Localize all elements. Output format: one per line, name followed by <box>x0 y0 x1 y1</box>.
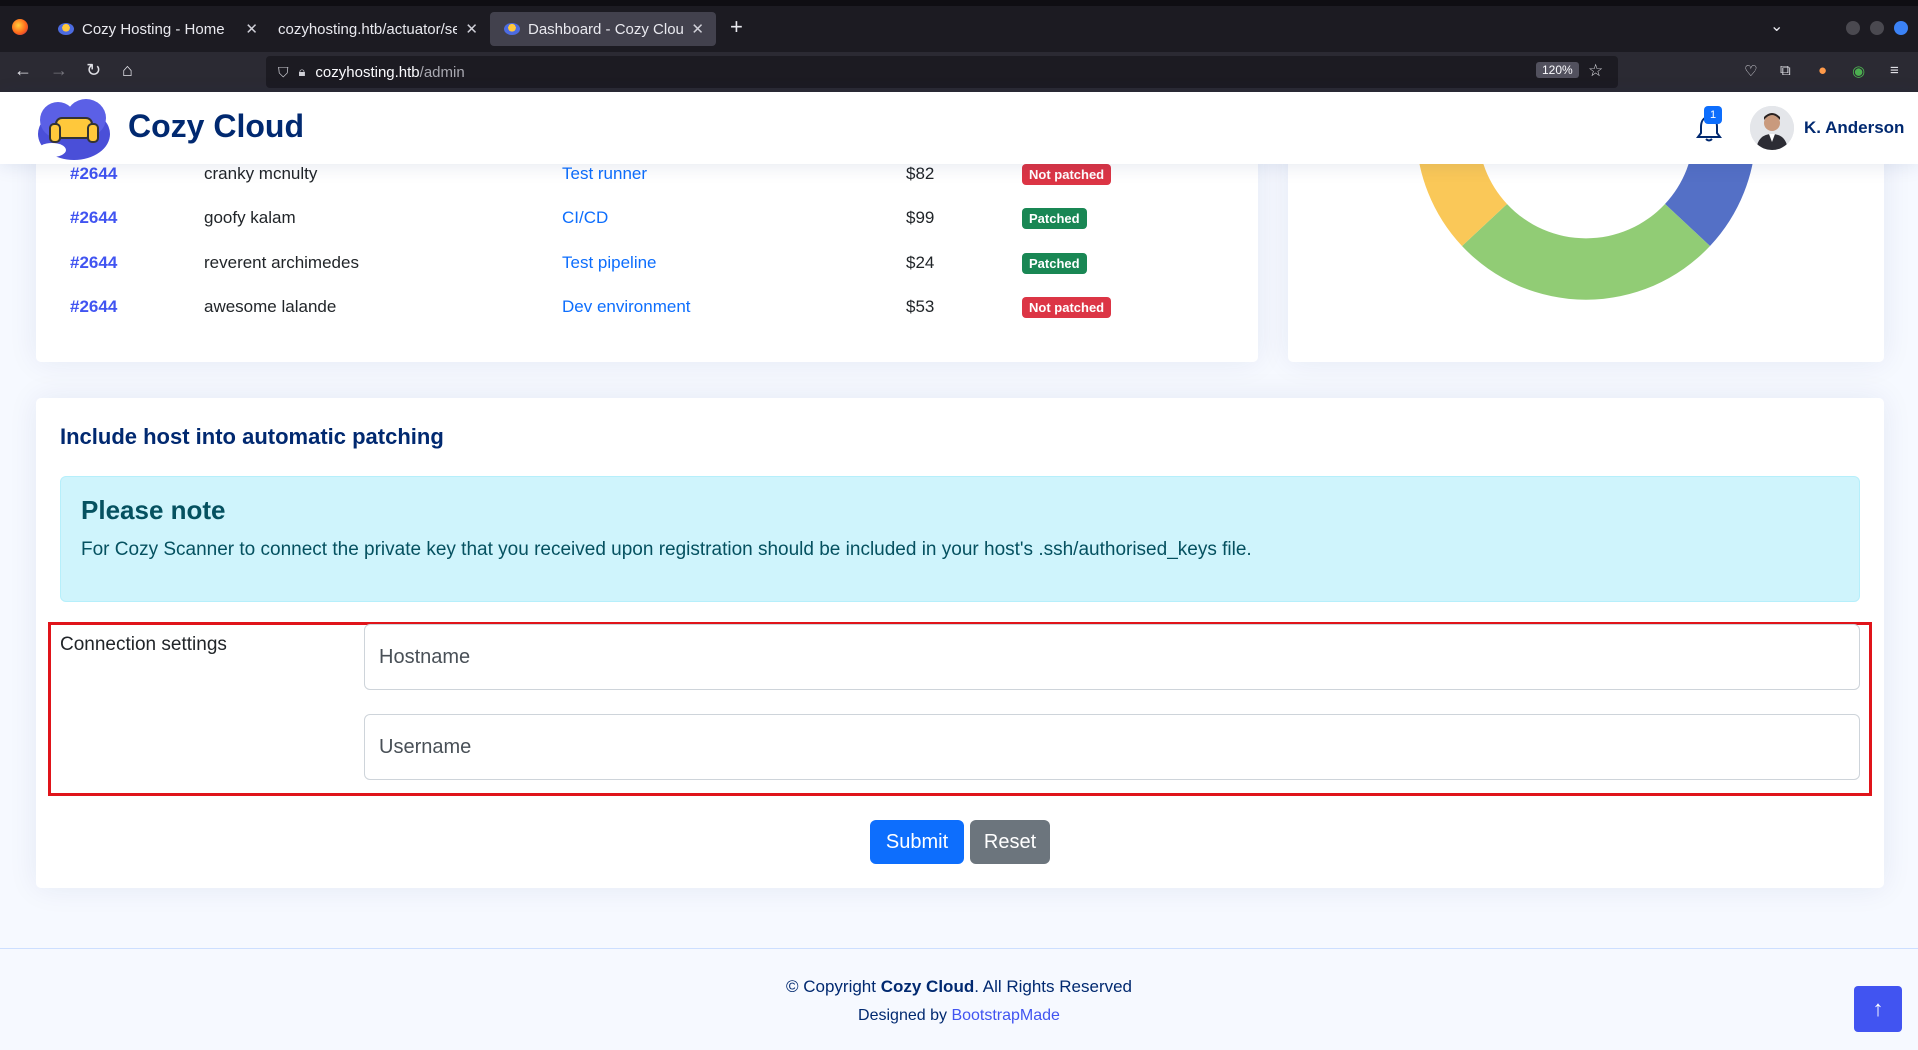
order-id-link[interactable]: #2644 <box>70 297 117 317</box>
company-name: Cozy Cloud <box>880 977 975 996</box>
chevron-down-icon[interactable]: ⌄ <box>1770 16 1783 36</box>
product-link[interactable]: Test pipeline <box>562 253 657 273</box>
product-link[interactable]: CI/CD <box>562 208 608 228</box>
cozy-favicon-icon <box>58 23 74 35</box>
price: $24 <box>906 253 935 272</box>
shield-icon[interactable]: ⛉ <box>278 64 289 81</box>
forward-arrow-icon[interactable]: → <box>50 60 68 81</box>
site-header: Cozy Cloud 1 K. Anderson <box>0 92 1918 164</box>
chart-card <box>1288 140 1884 362</box>
credits: Designed by BootstrapMade <box>0 1007 1918 1025</box>
tab-title: Dashboard - Cozy Cloud <box>528 20 684 38</box>
status-badge: Not patched <box>1022 297 1112 318</box>
close-window-icon[interactable] <box>1894 21 1908 35</box>
tab-dashboard[interactable]: Dashboard - Cozy Cloud ✕ <box>490 12 716 46</box>
copyright: © Copyright Cozy Cloud. All Rights Reser… <box>0 977 1918 997</box>
status-badge: Patched <box>1022 253 1087 274</box>
customer-name: cranky mcnulty <box>204 164 318 183</box>
footer: © Copyright Cozy Cloud. All Rights Reser… <box>0 948 1918 1050</box>
cozy-favicon-icon <box>504 23 520 35</box>
url-text[interactable]: cozyhosting.htb/admin <box>315 64 464 81</box>
url-host: cozyhosting.htb <box>315 63 420 81</box>
user-name[interactable]: K. Anderson <box>1804 118 1904 138</box>
designer-link[interactable]: BootstrapMade <box>951 1007 1060 1024</box>
lock-icon[interactable]: 🔒︎ <box>299 64 306 80</box>
product-link[interactable]: Dev environment <box>562 297 691 317</box>
reload-icon[interactable]: ↻ <box>86 60 101 81</box>
order-id-link[interactable]: #2644 <box>70 164 117 184</box>
home-icon[interactable]: ⌂ <box>122 60 133 81</box>
back-arrow-icon[interactable]: ← <box>14 60 32 81</box>
address-bar[interactable]: ⛉ 🔒︎ cozyhosting.htb/admin 120% ☆ <box>266 56 1618 88</box>
arrow-up-icon[interactable]: ↑ <box>1854 986 1902 1032</box>
tab-actuator[interactable]: cozyhosting.htb/actuator/se ✕ <box>264 12 490 46</box>
recent-orders-card: #2644 cranky mcnulty Test runner $82 Not… <box>36 140 1258 362</box>
table-row: #2644 awesome lalande Dev environment $5… <box>36 287 1258 331</box>
profile-photo <box>1750 106 1794 150</box>
foxyproxy-icon[interactable]: ● <box>1818 62 1827 79</box>
hostname-input[interactable] <box>364 624 1860 690</box>
copyright-prefix: © Copyright <box>785 977 881 996</box>
tab-title: Cozy Hosting - Home <box>82 20 225 38</box>
close-icon[interactable]: ✕ <box>691 20 704 38</box>
info-alert: Please note For Cozy Scanner to connect … <box>60 476 1860 602</box>
alert-heading: Please note <box>81 495 226 525</box>
bookmark-star-icon[interactable]: ☆ <box>1588 61 1603 81</box>
menu-icon[interactable]: ≡ <box>1890 62 1899 79</box>
close-icon[interactable]: ✕ <box>465 20 478 38</box>
tab-bar-top-strip <box>0 0 1918 6</box>
connection-settings-label: Connection settings <box>60 634 227 655</box>
notification-badge: 1 <box>1704 106 1722 124</box>
order-id-link[interactable]: #2644 <box>70 253 117 273</box>
customer-name: awesome lalande <box>204 297 337 316</box>
logo-text[interactable]: Cozy Cloud <box>128 108 304 145</box>
extensions-icon[interactable]: ⧉ <box>1780 62 1791 79</box>
zoom-level[interactable]: 120% <box>1536 62 1579 78</box>
alert-text: For Cozy Scanner to connect the private … <box>81 539 1252 560</box>
status-badge: Not patched <box>1022 164 1112 185</box>
status-badge: Patched <box>1022 208 1087 229</box>
designed-by-text: Designed by <box>858 1007 952 1024</box>
table-row: #2644 goofy kalam CI/CD $99 Patched <box>36 198 1258 242</box>
table-row: #2644 reverent archimedes Test pipeline … <box>36 243 1258 287</box>
patching-form-card: Include host into automatic patching Ple… <box>36 398 1884 888</box>
product-link[interactable]: Test runner <box>562 164 647 184</box>
donut-slice-green <box>1462 204 1710 300</box>
tab-title: cozyhosting.htb/actuator/se <box>278 20 458 38</box>
cozy-cloud-logo-icon[interactable] <box>34 94 114 162</box>
browser-nav-bar: ← → ↻ ⌂ ⛉ 🔒︎ cozyhosting.htb/admin 120% … <box>0 52 1918 92</box>
browser-tab-bar: Cozy Hosting - Home ✕ cozyhosting.htb/ac… <box>0 0 1918 52</box>
price: $53 <box>906 297 935 316</box>
maximize-icon[interactable] <box>1870 21 1884 35</box>
card-title: Include host into automatic patching <box>60 424 444 449</box>
customer-name: reverent archimedes <box>204 253 359 272</box>
firefox-icon[interactable] <box>12 19 28 35</box>
copyright-suffix: . All Rights Reserved <box>974 977 1133 996</box>
reset-button[interactable]: Reset <box>970 820 1050 864</box>
donut-chart <box>1416 140 1756 300</box>
pocket-icon[interactable]: ♡ <box>1744 62 1757 80</box>
order-id-link[interactable]: #2644 <box>70 208 117 228</box>
price: $82 <box>906 164 935 183</box>
username-input[interactable] <box>364 714 1860 780</box>
submit-button[interactable]: Submit <box>870 820 964 864</box>
minimize-icon[interactable] <box>1846 21 1860 35</box>
close-icon[interactable]: ✕ <box>245 20 258 38</box>
price: $99 <box>906 208 935 227</box>
url-path: /admin <box>419 63 465 81</box>
wappalyzer-icon[interactable]: ◉ <box>1852 62 1865 80</box>
new-tab-icon[interactable]: + <box>730 14 743 40</box>
tab-cozy-hosting-home[interactable]: Cozy Hosting - Home ✕ <box>44 12 270 46</box>
avatar[interactable] <box>1750 106 1794 150</box>
customer-name: goofy kalam <box>204 208 296 227</box>
